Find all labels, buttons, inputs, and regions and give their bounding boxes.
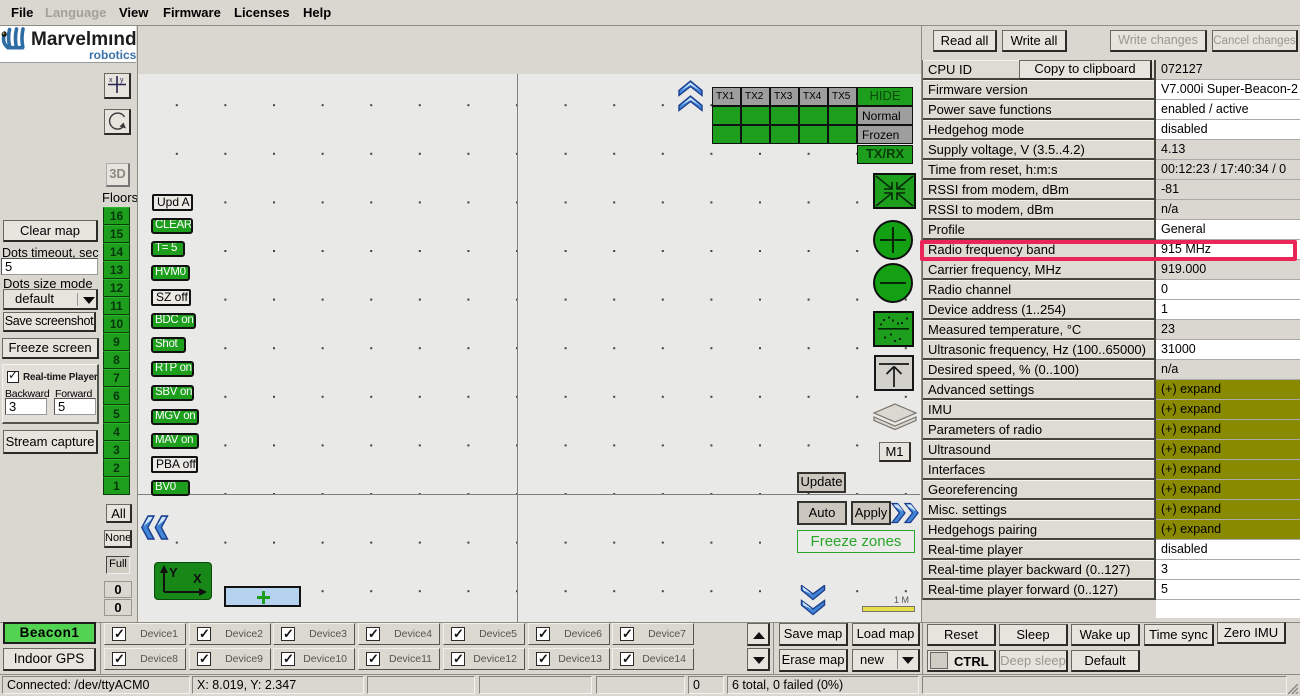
svg-text:y: y xyxy=(120,77,124,84)
svg-text:x: x xyxy=(109,77,113,84)
svg-text:X: X xyxy=(193,571,202,586)
svg-text:Y: Y xyxy=(169,565,178,580)
